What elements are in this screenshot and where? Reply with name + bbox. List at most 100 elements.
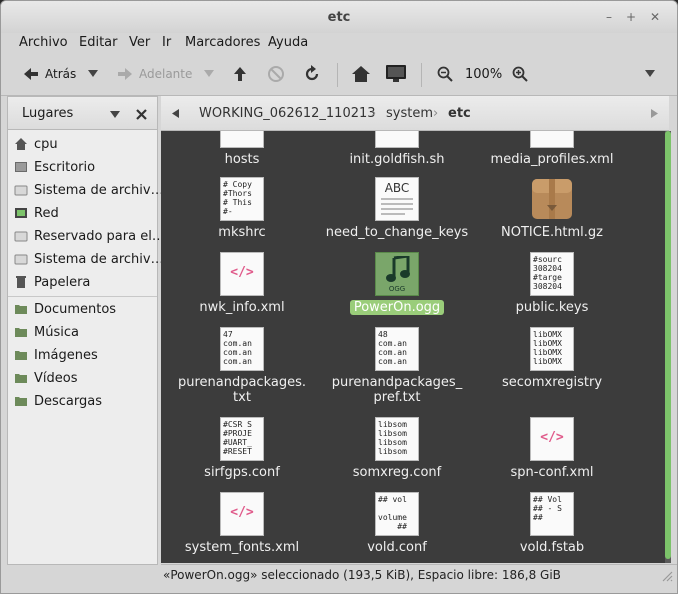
breadcrumb-system[interactable]: system (386, 106, 433, 121)
text-file-icon: 48 com.an com.an com.an (375, 327, 419, 371)
sidebar-item-label: Escritorio (34, 159, 96, 175)
menu-editar[interactable]: Editar (79, 35, 118, 50)
close-icon[interactable]: ✕ (647, 9, 663, 25)
file-item[interactable]: #CSR S #PROJE #UART_ #RESET sirfgps.conf (167, 417, 317, 480)
toolbar-overflow-dropdown[interactable] (645, 63, 655, 85)
stop-button[interactable] (267, 63, 285, 85)
chevron-down-icon (88, 70, 98, 77)
menu-ir[interactable]: Ir (162, 35, 171, 50)
file-name: mkshrc (218, 225, 266, 240)
resize-grip-icon[interactable] (661, 570, 673, 582)
breadcrumb-etc[interactable]: etc (448, 106, 471, 121)
zoom-out-icon (437, 66, 453, 82)
scrollbar-thumb[interactable] (665, 131, 671, 559)
reload-icon (305, 65, 319, 81)
chevron-down-icon[interactable] (110, 111, 120, 119)
file-preview: # Copy #Thors # This #- (223, 180, 252, 216)
file-item[interactable]: NOTICE.html.gz (477, 177, 627, 240)
xml-file-icon: </> (530, 417, 574, 461)
breadcrumb-working[interactable]: WORKING_062612_110213 (199, 106, 376, 121)
file-name: purenandpackages_ pref.txt (331, 375, 463, 405)
zoom-in-icon (512, 66, 528, 82)
sidebar-item-documentos[interactable]: Documentos (14, 299, 116, 319)
file-preview: 48 com.an com.an com.an (378, 330, 407, 366)
file-item[interactable]: libsom libsom libsom libsom somxreg.conf (322, 417, 472, 480)
sidebar-item-musica[interactable]: Música (14, 322, 79, 342)
folder-icon (15, 305, 27, 314)
file-name: public.keys (515, 300, 589, 315)
sidebar-item-reserved[interactable]: Reservado para el… (14, 226, 165, 246)
zoom-in-button[interactable] (512, 63, 528, 85)
toolbar-separator (421, 63, 422, 87)
sidebar-item-videos[interactable]: Vídeos (14, 368, 77, 388)
music-note-icon (386, 256, 410, 282)
file-item-selected[interactable]: OGG PowerOn.ogg (322, 252, 472, 315)
sidebar-item-label: cpu (34, 136, 58, 152)
file-name: system_fonts.xml (184, 540, 300, 555)
home-button[interactable] (351, 63, 371, 85)
stop-icon (268, 66, 284, 82)
computer-button[interactable] (385, 63, 407, 85)
title-bar[interactable]: etc – + ✕ (1, 1, 677, 33)
file-item[interactable]: ## Vol ## - S ## vold.fstab (477, 492, 627, 555)
file-item[interactable]: init.goldfish.sh (322, 131, 472, 167)
up-button[interactable] (233, 63, 247, 85)
sidebar-item-descargas[interactable]: Descargas (14, 391, 102, 411)
drive-icon (14, 254, 28, 265)
file-item[interactable]: ## vol volume ## vold.conf (322, 492, 472, 555)
sidebar-item-filesystem-2[interactable]: Sistema de archiv… (14, 249, 164, 269)
file-preview: #sourc 308204 #targe 308204 (533, 255, 562, 291)
arrow-up-icon (234, 67, 246, 81)
file-item[interactable]: media_profiles.xml (477, 131, 627, 167)
drive-icon (14, 231, 28, 242)
file-item[interactable]: 48 com.an com.an com.an purenandpackages… (322, 327, 472, 405)
folder-music-icon (15, 328, 27, 337)
sidebar-item-cpu[interactable]: cpu (14, 134, 58, 154)
abc-file-icon: ABC (375, 177, 419, 221)
zoom-out-button[interactable] (437, 63, 453, 85)
file-item[interactable]: ABC need_to_change_keys (322, 177, 472, 240)
back-history-dropdown[interactable] (88, 63, 98, 85)
sidebar-item-escritorio[interactable]: Escritorio (14, 157, 95, 177)
maximize-icon[interactable]: + (623, 9, 639, 25)
audio-file-icon: OGG (375, 252, 419, 296)
back-button[interactable]: Atrás (23, 63, 76, 85)
file-name: spn-conf.xml (510, 465, 594, 480)
file-item[interactable]: </> spn-conf.xml (477, 417, 627, 480)
close-sidebar-icon[interactable] (136, 109, 147, 120)
path-scroll-left-icon[interactable] (172, 109, 179, 118)
file-name: sirfgps.conf (204, 465, 280, 480)
sidebar-header: Lugares (7, 96, 158, 130)
sidebar-item-label: Música (34, 324, 79, 340)
drive-icon (14, 185, 28, 196)
file-item[interactable]: # Copy #Thors # This #- mkshrc (167, 177, 317, 240)
file-preview: </> (540, 430, 564, 445)
sidebar-item-red[interactable]: Red (14, 203, 59, 223)
forward-button[interactable]: Adelante (117, 63, 192, 85)
file-item[interactable]: #sourc 308204 #targe 308204 public.keys (477, 252, 627, 315)
file-name: vold.conf (367, 540, 427, 555)
menu-ver[interactable]: Ver (129, 35, 150, 50)
file-item[interactable]: libOMX libOMX libOMX libOMX secomxregist… (477, 327, 627, 390)
file-manager-window: etc – + ✕ Archivo Editar Ver Ir Marcador… (0, 0, 678, 594)
forward-history-dropdown[interactable] (204, 63, 214, 85)
minimize-icon[interactable]: – (601, 9, 617, 25)
reload-button[interactable] (303, 63, 321, 85)
file-name: need_to_change_keys (325, 225, 469, 240)
file-item[interactable]: hosts (167, 131, 317, 167)
vertical-scrollbar[interactable] (665, 131, 671, 563)
xml-file-icon: </> (220, 492, 264, 536)
menu-archivo[interactable]: Archivo (19, 35, 68, 50)
menu-ayuda[interactable]: Ayuda (268, 35, 308, 50)
network-icon (15, 208, 27, 218)
toolbar: Atrás Adelante 100% (1, 55, 677, 96)
file-item[interactable]: </> system_fonts.xml (167, 492, 317, 555)
file-item[interactable]: </> nwk_info.xml (167, 252, 317, 315)
file-item[interactable]: 47 com.an com.an com.an purenandpackages… (167, 327, 317, 405)
menu-marcadores[interactable]: Marcadores (185, 35, 260, 50)
sidebar-item-imagenes[interactable]: Imágenes (14, 345, 98, 365)
file-name: somxreg.conf (352, 465, 442, 480)
sidebar-item-papelera[interactable]: Papelera (14, 272, 90, 292)
sidebar-item-filesystem-1[interactable]: Sistema de archiv… (14, 180, 164, 200)
path-scroll-right-icon[interactable] (651, 109, 658, 118)
